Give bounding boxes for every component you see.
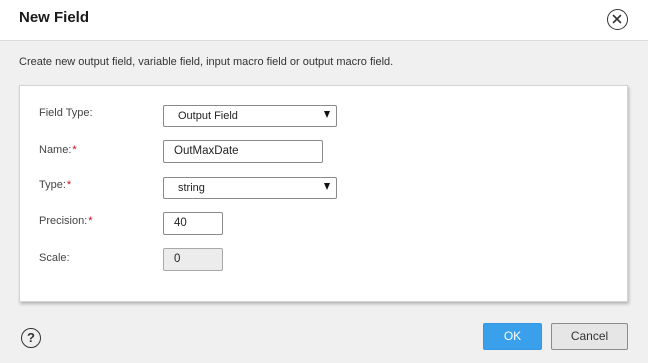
new-field-dialog: New Field Create new output field, varia… — [0, 0, 648, 363]
precision-input-value: 40 — [174, 217, 187, 229]
field-type-label-text: Field Type: — [39, 107, 93, 119]
scale-label: Scale: — [39, 252, 70, 264]
scale-label-text: Scale: — [39, 252, 70, 264]
field-form-panel: Field Type: Output Field Name:* OutMaxDa… — [19, 85, 628, 302]
name-label-text: Name: — [39, 144, 72, 156]
type-value: string — [178, 182, 205, 194]
name-input[interactable]: OutMaxDate — [163, 140, 323, 163]
field-type-label: Field Type: — [39, 107, 93, 119]
precision-label-text: Precision: — [39, 215, 88, 227]
chevron-down-icon — [324, 183, 330, 190]
ok-button[interactable]: OK — [483, 323, 542, 350]
help-icon[interactable]: ? — [21, 328, 41, 348]
chevron-down-icon — [324, 111, 330, 118]
type-select[interactable]: string — [163, 177, 337, 199]
dialog-title: New Field — [19, 9, 90, 26]
field-type-select[interactable]: Output Field — [163, 105, 337, 127]
name-input-value: OutMaxDate — [174, 145, 239, 157]
cancel-button[interactable]: Cancel — [551, 323, 628, 350]
field-type-value: Output Field — [178, 110, 238, 122]
type-label-text: Type: — [39, 179, 66, 191]
type-label: Type:* — [39, 179, 71, 191]
required-marker: * — [66, 179, 72, 191]
required-marker: * — [72, 144, 77, 156]
dialog-header: New Field — [0, 0, 648, 41]
precision-label: Precision:* — [39, 215, 93, 227]
precision-input[interactable]: 40 — [163, 212, 223, 235]
dialog-description: Create new output field, variable field,… — [19, 56, 394, 68]
close-icon[interactable] — [607, 9, 628, 30]
required-marker: * — [88, 215, 93, 227]
name-label: Name:* — [39, 144, 77, 156]
scale-input: 0 — [163, 248, 223, 271]
scale-input-value: 0 — [174, 253, 181, 265]
